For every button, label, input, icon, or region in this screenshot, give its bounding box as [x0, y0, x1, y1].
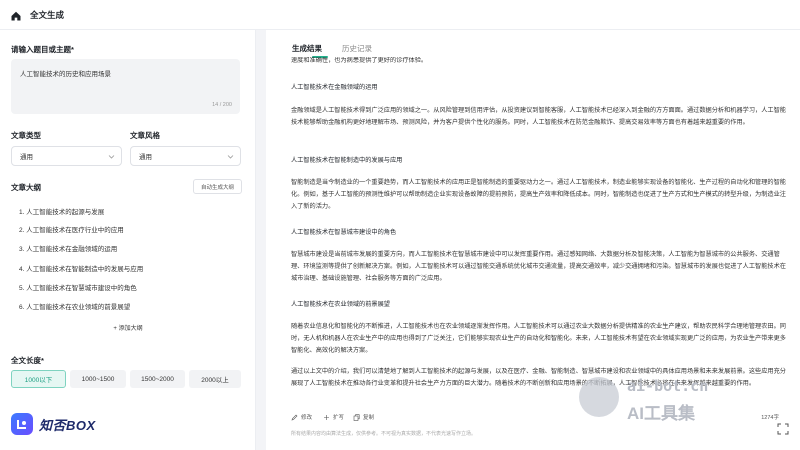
brand-mark-icon [11, 413, 33, 435]
result-paragraph: 通过以上文中的介绍，我们可以清楚地了解到人工智能技术的起源与发展，以及在医疗、金… [291, 368, 786, 387]
tab-history[interactable]: 历史记录 [342, 43, 372, 54]
chevron-down-icon [227, 153, 234, 160]
length-label: 全文长度* [11, 356, 44, 365]
result-panel: 生成结果 历史记录 速度和准确性，也为病患提供了更好的诊疗体验。 人工智能技术在… [266, 30, 800, 450]
outline-label: 文章大纲 [11, 183, 41, 192]
edit-icon [291, 414, 298, 421]
result-paragraph: 智慧城市建设是当前城市发展的重要方向，而人工智能技术在智慧城市建设中可以发挥重要… [291, 251, 786, 282]
length-option-1500-2000[interactable]: 1500~2000 [130, 370, 185, 388]
copy-label: 复制 [363, 415, 375, 421]
add-outline-button[interactable]: + 添加大纲 [0, 323, 256, 332]
outline-item[interactable]: 1. 人工智能技术的起源与发展 [19, 206, 104, 216]
result-actions: 修改 扩写 复制 1274字 [291, 413, 779, 423]
outline-item[interactable]: 3. 人工智能技术在金融领域的运用 [19, 243, 117, 253]
topic-input[interactable]: 人工智能技术的历史和应用场景 14 / 200 [11, 59, 240, 114]
result-content: 速度和准确性，也为病患提供了更好的诊疗体验。 人工智能技术在金融领域的运用 金融… [291, 57, 789, 407]
length-option-over-2000[interactable]: 2000以上 [189, 370, 241, 388]
style-select-value: 通用 [139, 154, 152, 161]
type-label: 文章类型 [11, 131, 41, 140]
type-select[interactable]: 通用 [11, 146, 122, 166]
outline-item[interactable]: 2. 人工智能技术在医疗行业中的应用 [19, 224, 124, 234]
length-option-1000-1500[interactable]: 1000~1500 [70, 370, 126, 388]
outline-item[interactable]: 4. 人工智能技术在智能制造中的发展与应用 [19, 263, 143, 273]
topic-value: 人工智能技术的历史和应用场景 [20, 71, 111, 78]
expand-icon [323, 414, 330, 421]
style-label: 文章风格 [130, 131, 160, 140]
edit-button[interactable]: 修改 [291, 413, 312, 421]
top-bar: 全文生成 [0, 0, 800, 30]
result-paragraph: 智能制造是当今制造业的一个重要趋势，而人工智能技术的应用正是智能制造的重要驱动力… [291, 179, 786, 210]
edit-label: 修改 [301, 415, 313, 421]
home-icon[interactable] [10, 9, 22, 21]
topic-label: 请输入题目或主题* [11, 45, 74, 54]
brand-logo: 知否BOX [11, 410, 133, 438]
result-heading: 人工智能技术在智能制造中的发展与应用 [291, 157, 403, 164]
expand-button[interactable]: 扩写 [323, 413, 344, 421]
result-heading: 人工智能技术在农业领域的前景展望 [291, 301, 390, 308]
copy-button[interactable]: 复制 [353, 413, 374, 421]
style-select[interactable]: 通用 [130, 146, 241, 166]
topic-char-count: 14 / 200 [212, 102, 232, 108]
tab-result[interactable]: 生成结果 [292, 43, 322, 54]
disclaimer: 所有结果内容均由算法生成，仅供参考。不可视为真实数据，不代表光速写作立场。 [291, 431, 477, 437]
result-paragraph: 随着农业信息化和智能化的不断推进，人工智能技术也在农业领域逐渐发挥作用。人工智能… [291, 323, 786, 354]
result-paragraph: 速度和准确性，也为病患提供了更好的诊疗体验。 [291, 57, 428, 64]
result-paragraph: 金融领域是人工智能技术得到广泛应用的领域之一。从风险管理到信用评估，从投资建议到… [291, 107, 786, 126]
page-title: 全文生成 [30, 9, 65, 20]
length-option-under-1000[interactable]: 1000以下 [11, 370, 66, 388]
settings-panel: 请输入题目或主题* 人工智能技术的历史和应用场景 14 / 200 文章类型 文… [0, 30, 256, 450]
type-select-value: 通用 [20, 154, 33, 161]
copy-icon [353, 413, 360, 421]
outline-item[interactable]: 5. 人工智能技术在智慧城市建设中的角色 [19, 282, 137, 292]
auto-outline-button[interactable]: 自动生成大纲 [193, 179, 242, 194]
expand-label: 扩写 [333, 415, 345, 421]
result-heading: 人工智能技术在金融领域的运用 [291, 84, 378, 91]
chevron-down-icon [108, 153, 115, 160]
brand-name: 知否BOX [39, 417, 96, 433]
word-count: 1274字 [761, 415, 779, 421]
result-heading: 人工智能技术在智慧城市建设中的角色 [291, 229, 397, 236]
fullscreen-icon[interactable] [776, 422, 790, 436]
outline-item[interactable]: 6. 人工智能技术在农业领域的前景展望 [19, 301, 130, 311]
